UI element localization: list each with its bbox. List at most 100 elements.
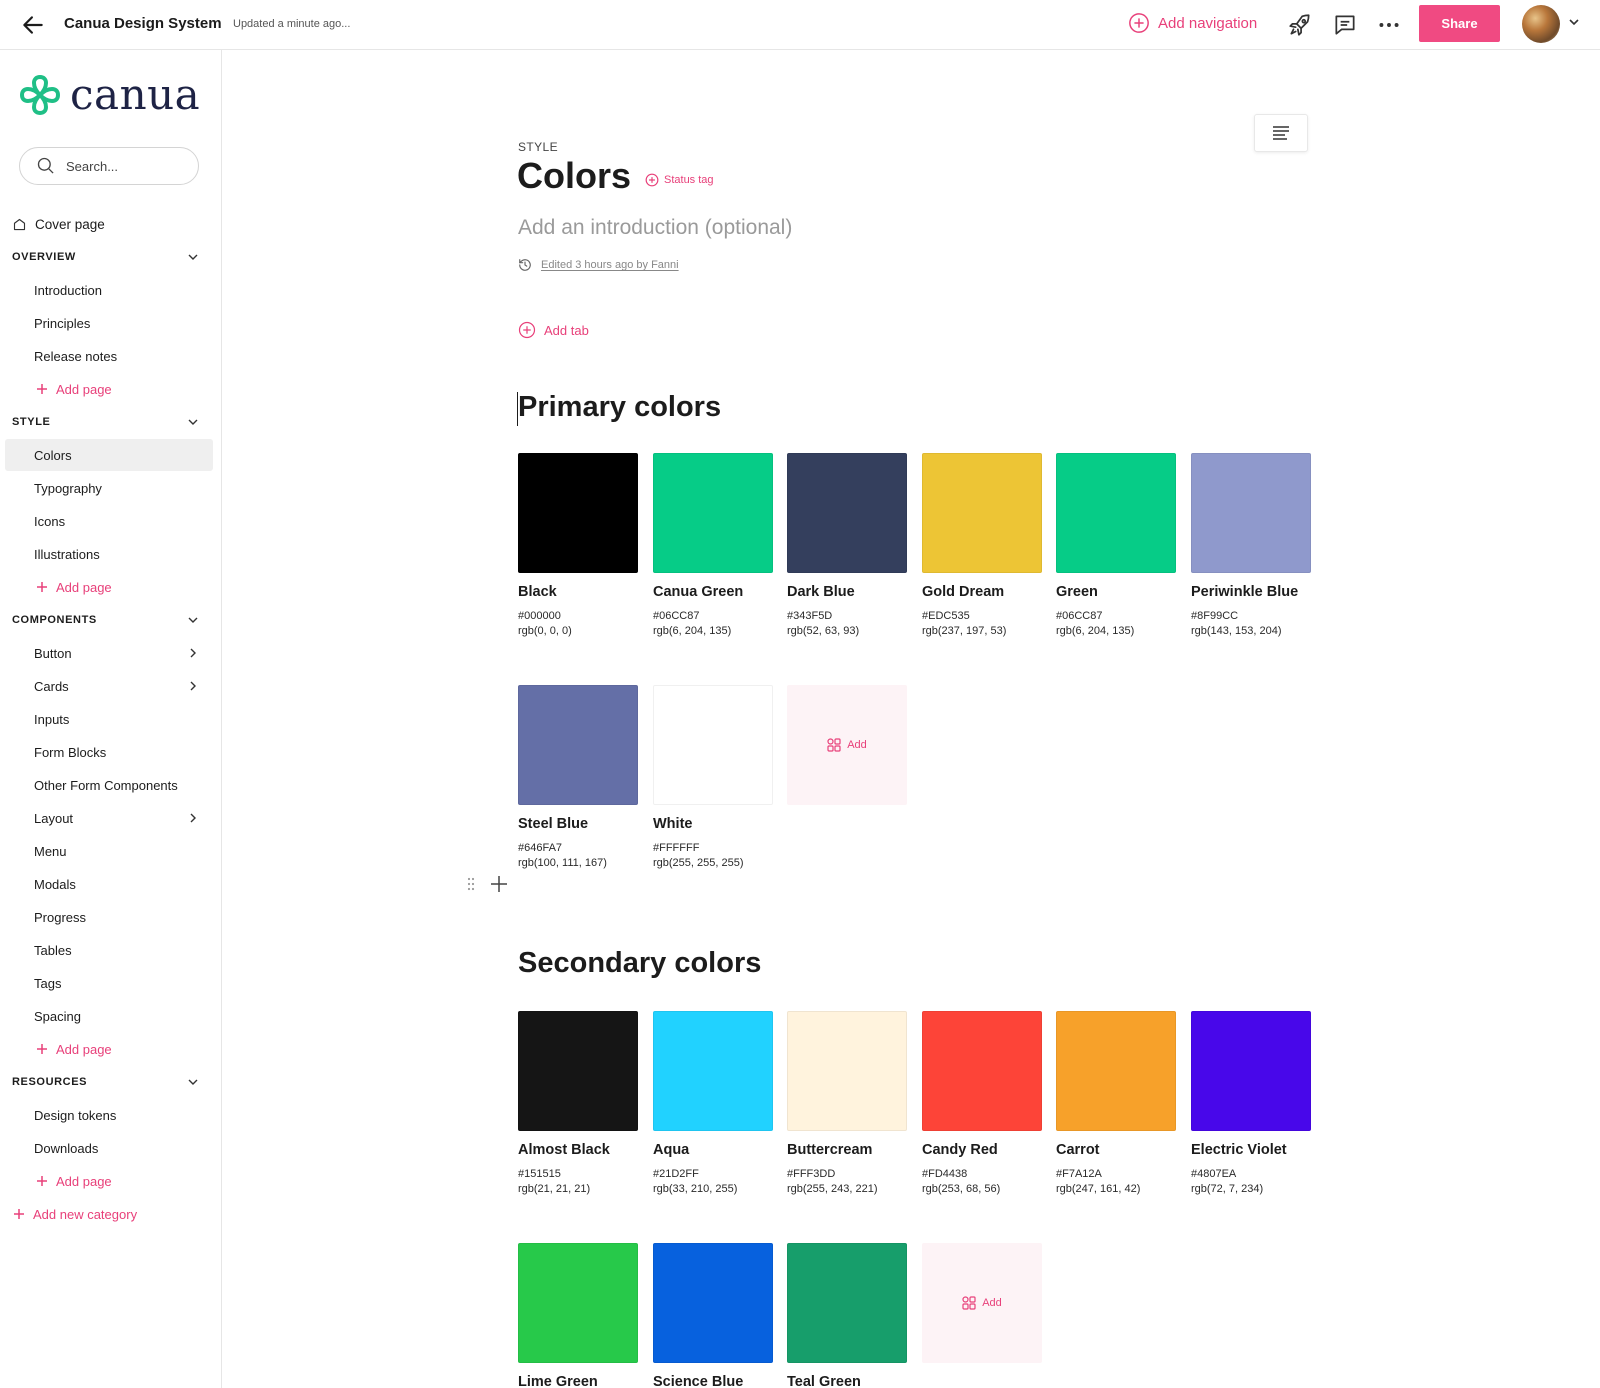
color-chip[interactable] bbox=[518, 685, 638, 805]
color-name: Dark Blue bbox=[787, 584, 855, 600]
sidebar-item-cover-page[interactable]: Cover page bbox=[0, 208, 222, 240]
color-chip[interactable] bbox=[518, 1243, 638, 1363]
chevron-down-icon[interactable] bbox=[1566, 14, 1582, 30]
sidebar-item-icons[interactable]: Icons bbox=[0, 505, 222, 537]
avatar[interactable] bbox=[1522, 5, 1560, 43]
color-chip[interactable] bbox=[787, 453, 907, 573]
color-swatch[interactable]: Steel Blue #646FA7 rgb(100, 111, 167) bbox=[518, 685, 638, 869]
color-rgb: rgb(6, 204, 135) bbox=[653, 625, 732, 637]
add-page-button[interactable]: Add page bbox=[0, 1165, 222, 1197]
sidebar-item-modals[interactable]: Modals bbox=[0, 868, 222, 900]
color-swatch[interactable]: Aqua #21D2FF rgb(33, 210, 255) bbox=[653, 1011, 773, 1195]
add-page-button[interactable]: Add page bbox=[0, 373, 222, 405]
sidebar-item-introduction[interactable]: Introduction bbox=[0, 274, 222, 306]
color-hex: #06CC87 bbox=[653, 610, 700, 622]
secondary-colors-heading[interactable]: Secondary colors bbox=[518, 947, 761, 980]
status-tag-button[interactable]: Status tag bbox=[645, 173, 714, 187]
color-chip[interactable] bbox=[653, 685, 773, 805]
color-swatch[interactable]: Electric Violet #4807EA rgb(72, 7, 234) bbox=[1191, 1011, 1311, 1195]
color-swatch[interactable]: Science Blue bbox=[653, 1243, 773, 1388]
primary-colors-heading[interactable]: Primary colors bbox=[518, 391, 721, 424]
sidebar-item-cards[interactable]: Cards bbox=[0, 670, 222, 702]
search-input[interactable] bbox=[66, 158, 176, 174]
search-box[interactable] bbox=[19, 147, 199, 185]
add-color-label: Add bbox=[982, 1297, 1002, 1309]
drag-handle-icon[interactable] bbox=[466, 876, 476, 892]
introduction-input[interactable]: Add an introduction (optional) bbox=[518, 216, 792, 240]
sidebar-item-inputs[interactable]: Inputs bbox=[0, 703, 222, 735]
color-swatch[interactable]: Almost Black #151515 rgb(21, 21, 21) bbox=[518, 1011, 638, 1195]
color-swatch[interactable]: White #FFFFFF rgb(255, 255, 255) bbox=[653, 685, 773, 869]
color-chip[interactable] bbox=[653, 453, 773, 573]
sidebar-item-label: Cards bbox=[34, 678, 69, 694]
color-chip[interactable] bbox=[518, 453, 638, 573]
sidebar-item-spacing[interactable]: Spacing bbox=[0, 1000, 222, 1032]
sidebar-item-design-tokens[interactable]: Design tokens bbox=[0, 1099, 222, 1131]
table-of-contents-button[interactable] bbox=[1254, 114, 1308, 152]
sidebar-section-style[interactable]: STYLE bbox=[0, 406, 222, 438]
add-color-button[interactable]: Add bbox=[787, 685, 907, 805]
color-swatch[interactable]: Teal Green bbox=[787, 1243, 907, 1388]
sidebar-item-layout[interactable]: Layout bbox=[0, 802, 222, 834]
sidebar-item-typography[interactable]: Typography bbox=[0, 472, 222, 504]
color-chip[interactable] bbox=[787, 1243, 907, 1363]
sidebar-item-form-blocks[interactable]: Form Blocks bbox=[0, 736, 222, 768]
sidebar-item-release-notes[interactable]: Release notes bbox=[0, 340, 222, 372]
color-swatch[interactable]: Canua Green #06CC87 rgb(6, 204, 135) bbox=[653, 453, 773, 637]
color-swatch[interactable]: Carrot #F7A12A rgb(247, 161, 42) bbox=[1056, 1011, 1176, 1195]
sidebar-item-progress[interactable]: Progress bbox=[0, 901, 222, 933]
color-swatch[interactable]: Periwinkle Blue #8F99CC rgb(143, 153, 204) bbox=[1191, 453, 1311, 637]
color-chip[interactable] bbox=[1191, 453, 1311, 573]
color-name: Aqua bbox=[653, 1142, 690, 1158]
rocket-icon[interactable] bbox=[1287, 12, 1313, 38]
sidebar-section-resources[interactable]: RESOURCES bbox=[0, 1066, 222, 1098]
color-swatch[interactable]: Candy Red #FD4438 rgb(253, 68, 56) bbox=[922, 1011, 1042, 1195]
share-button[interactable]: Share bbox=[1419, 5, 1500, 42]
sidebar-item-menu[interactable]: Menu bbox=[0, 835, 222, 867]
color-swatch[interactable]: Buttercream #FFF3DD rgb(255, 243, 221) bbox=[787, 1011, 907, 1195]
sidebar-item-downloads[interactable]: Downloads bbox=[0, 1132, 222, 1164]
color-swatch[interactable]: Black #000000 rgb(0, 0, 0) bbox=[518, 453, 638, 637]
sidebar-item-principles[interactable]: Principles bbox=[0, 307, 222, 339]
sidebar-item-tables[interactable]: Tables bbox=[0, 934, 222, 966]
add-page-button[interactable]: Add page bbox=[0, 571, 222, 603]
color-swatch[interactable]: Green #06CC87 rgb(6, 204, 135) bbox=[1056, 453, 1176, 637]
color-name: Green bbox=[1056, 584, 1098, 600]
color-chip[interactable] bbox=[518, 1011, 638, 1131]
sidebar-item-label: Add new category bbox=[33, 1206, 138, 1222]
sidebar-item-other-form-components[interactable]: Other Form Components bbox=[0, 769, 222, 801]
sidebar-item-colors[interactable]: Colors bbox=[5, 439, 213, 471]
color-swatch[interactable]: Dark Blue #343F5D rgb(52, 63, 93) bbox=[787, 453, 907, 637]
edited-link[interactable]: Edited 3 hours ago by Fanni bbox=[541, 259, 679, 271]
add-navigation-button[interactable]: Add navigation bbox=[1128, 12, 1257, 34]
color-chip[interactable] bbox=[653, 1243, 773, 1363]
color-chip[interactable] bbox=[922, 453, 1042, 573]
color-chip[interactable] bbox=[1191, 1011, 1311, 1131]
color-chip[interactable] bbox=[787, 1011, 907, 1131]
color-chip[interactable] bbox=[922, 1011, 1042, 1131]
sidebar-item-illustrations[interactable]: Illustrations bbox=[0, 538, 222, 570]
add-block-icon[interactable] bbox=[487, 872, 511, 896]
add-tab-button[interactable]: Add tab bbox=[518, 321, 589, 339]
color-rgb: rgb(253, 68, 56) bbox=[922, 1183, 1001, 1195]
sidebar-section-components[interactable]: COMPONENTS bbox=[0, 604, 222, 636]
color-chip[interactable] bbox=[653, 1011, 773, 1131]
color-swatch[interactable]: Lime Green bbox=[518, 1243, 638, 1388]
more-options-icon[interactable] bbox=[1376, 12, 1402, 38]
sidebar-section-overview[interactable]: OVERVIEW bbox=[0, 241, 222, 273]
add-color-button[interactable]: Add bbox=[922, 1243, 1042, 1363]
color-chip[interactable] bbox=[1056, 1011, 1176, 1131]
sidebar-item-button[interactable]: Button bbox=[0, 637, 222, 669]
canua-logo[interactable]: canua bbox=[18, 70, 200, 119]
history-icon bbox=[519, 259, 531, 271]
add-page-button[interactable]: Add page bbox=[0, 1033, 222, 1065]
top-bar: Canua Design System Updated a minute ago… bbox=[0, 0, 1600, 50]
back-arrow-icon[interactable] bbox=[20, 12, 46, 38]
sidebar-item-label: Downloads bbox=[34, 1140, 99, 1156]
home-icon bbox=[13, 218, 26, 230]
sidebar-item-tags[interactable]: Tags bbox=[0, 967, 222, 999]
comment-icon[interactable] bbox=[1332, 12, 1358, 38]
color-swatch[interactable]: Gold Dream #EDC535 rgb(237, 197, 53) bbox=[922, 453, 1042, 637]
color-chip[interactable] bbox=[1056, 453, 1176, 573]
add-category-button[interactable]: Add new category bbox=[0, 1198, 222, 1230]
